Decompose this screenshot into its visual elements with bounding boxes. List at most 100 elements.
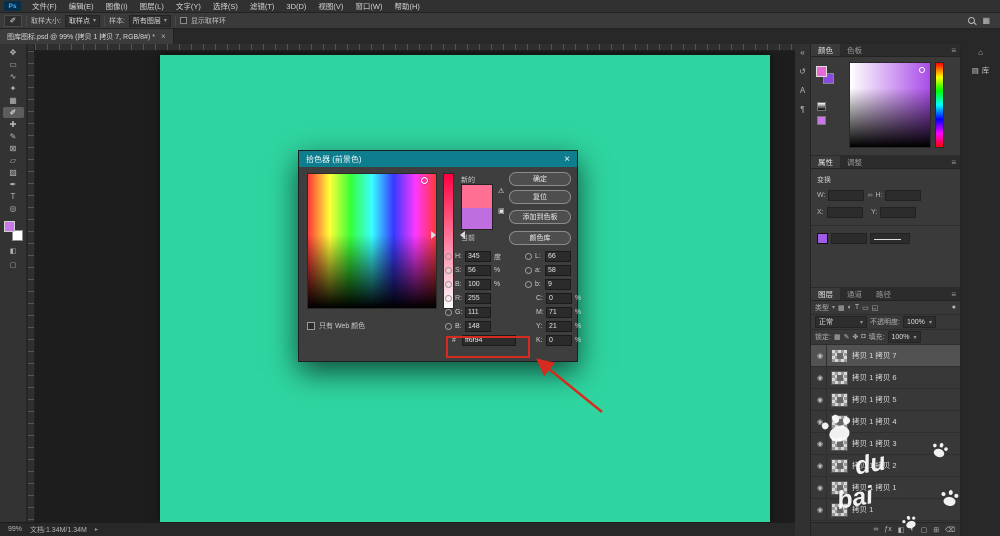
- gradient-ramp-icon[interactable]: [817, 102, 826, 111]
- layer-row[interactable]: ◉ 拷贝 1 拷贝 5: [811, 389, 960, 411]
- adjustment-layer-icon[interactable]: ◐: [910, 526, 914, 533]
- move-tool[interactable]: ✥: [3, 47, 24, 58]
- lock-all-icon[interactable]: ◘: [861, 333, 865, 341]
- value-field[interactable]: 71: [546, 307, 572, 318]
- type-filter-icon[interactable]: T: [855, 304, 859, 312]
- gamut-warning-icon[interactable]: ⚠: [498, 187, 504, 195]
- pen-tool[interactable]: ✒: [3, 179, 24, 190]
- sample-size-dropdown[interactable]: 取样点 ▾: [65, 15, 100, 27]
- type-tool[interactable]: T: [3, 191, 24, 202]
- layer-row[interactable]: ◉ 拷贝 1 拷贝 6: [811, 367, 960, 389]
- value-field[interactable]: 9: [545, 279, 571, 290]
- lock-transparency-icon[interactable]: ▦: [834, 333, 841, 341]
- layer-row[interactable]: ◉ 拷贝 1 拷贝 7: [811, 345, 960, 367]
- zoom-level[interactable]: 99%: [8, 526, 22, 533]
- panel-tab[interactable]: 通道: [840, 288, 869, 300]
- add-mask-icon[interactable]: ◧: [898, 526, 905, 534]
- hue-slider[interactable]: [935, 62, 944, 148]
- show-sample-ring-checkbox[interactable]: [180, 17, 187, 24]
- menu-item[interactable]: 选择(S): [207, 0, 244, 13]
- zoom-tool[interactable]: ◎: [3, 203, 24, 214]
- panel-tab[interactable]: 路径: [869, 288, 898, 300]
- blend-mode-dropdown[interactable]: 正常 ▾: [815, 316, 867, 328]
- chevron-down-icon[interactable]: ▾: [832, 304, 835, 311]
- panel-menu-icon[interactable]: ≡: [951, 288, 960, 300]
- y-field[interactable]: [880, 207, 916, 218]
- layer-row[interactable]: ◉ 拷贝 1: [811, 499, 960, 521]
- lock-position-icon[interactable]: ✥: [852, 333, 858, 341]
- stroke-style-dropdown[interactable]: [870, 233, 910, 244]
- menu-item[interactable]: 图层(L): [134, 0, 170, 13]
- color-mode-radio[interactable]: [445, 267, 452, 274]
- value-field[interactable]: 345: [465, 251, 491, 262]
- menu-item[interactable]: 滤镜(T): [244, 0, 281, 13]
- web-only-checkbox[interactable]: [307, 322, 315, 330]
- layer-thumbnail[interactable]: [831, 481, 848, 495]
- marquee-tool[interactable]: ▭: [3, 59, 24, 70]
- layer-thumbnail[interactable]: [831, 503, 848, 517]
- close-icon[interactable]: ×: [161, 32, 166, 41]
- delete-layer-icon[interactable]: ⌫: [945, 526, 955, 534]
- stroke-color-swatch[interactable]: [817, 233, 828, 244]
- smart-filter-icon[interactable]: ◱: [872, 304, 879, 312]
- x-field[interactable]: [827, 207, 863, 218]
- brush-tool[interactable]: ✎: [3, 131, 24, 142]
- active-tool-icon[interactable]: ✐: [4, 15, 22, 27]
- value-field[interactable]: 148: [465, 321, 491, 332]
- status-caret-icon[interactable]: ▸: [95, 526, 98, 533]
- web-safe-cube-icon[interactable]: ▣: [498, 207, 505, 215]
- color-mode-radio[interactable]: [445, 309, 452, 316]
- gradient-tool[interactable]: ▨: [3, 167, 24, 178]
- panel-tab[interactable]: 颜色: [811, 44, 840, 56]
- panel-menu-icon[interactable]: ≡: [951, 156, 960, 168]
- panel-tab[interactable]: 色板: [840, 44, 869, 56]
- home-icon[interactable]: ⌂: [978, 48, 983, 57]
- quick-mask-icon[interactable]: ◧: [3, 245, 24, 256]
- visibility-eye-icon[interactable]: ◉: [814, 411, 827, 432]
- clone-stamp-tool[interactable]: ⊠: [3, 143, 24, 154]
- document-tab[interactable]: 图库图标.psd @ 99% (拷贝 1 拷贝 7, RGB/8#) * ×: [0, 29, 174, 44]
- lock-paint-icon[interactable]: ✎: [844, 333, 850, 341]
- layer-thumbnail[interactable]: [831, 371, 848, 385]
- swatch-icon[interactable]: [817, 116, 826, 125]
- collapse-panels-icon[interactable]: «: [800, 48, 804, 57]
- visibility-eye-icon[interactable]: ◉: [814, 367, 827, 388]
- height-field[interactable]: [885, 190, 921, 201]
- link-dimensions-icon[interactable]: ∞: [867, 192, 872, 199]
- panel-tab[interactable]: 调整: [840, 156, 869, 168]
- color-libraries-button[interactable]: 颜色库: [509, 231, 571, 245]
- value-field[interactable]: 255: [465, 293, 491, 304]
- menu-item[interactable]: 编辑(E): [63, 0, 100, 13]
- foreground-color-chip[interactable]: [816, 66, 827, 77]
- color-mode-radio[interactable]: [445, 253, 452, 260]
- value-field[interactable]: 21: [546, 321, 572, 332]
- close-icon[interactable]: ×: [564, 154, 570, 165]
- layer-style-icon[interactable]: ƒx: [884, 526, 891, 533]
- fill-field[interactable]: 100% ▾: [888, 331, 921, 343]
- current-color-swatch[interactable]: [462, 208, 492, 229]
- layer-row[interactable]: ◉ 拷贝 1 拷贝 4: [811, 411, 960, 433]
- value-field[interactable]: 58: [545, 265, 571, 276]
- lasso-tool[interactable]: ∿: [3, 71, 24, 82]
- layer-thumbnail[interactable]: [831, 393, 848, 407]
- dialog-title-bar[interactable]: 拾色器 (前景色) ×: [299, 151, 577, 167]
- link-layers-icon[interactable]: ∞: [873, 526, 878, 533]
- color-mode-radio[interactable]: [525, 267, 532, 274]
- opacity-field[interactable]: 100% ▾: [903, 316, 936, 328]
- visibility-eye-icon[interactable]: ◉: [814, 345, 827, 366]
- pixel-filter-icon[interactable]: ▦: [838, 304, 845, 312]
- menu-item[interactable]: 视图(V): [312, 0, 349, 13]
- layer-thumbnail[interactable]: [831, 415, 848, 429]
- new-layer-icon[interactable]: ⊞: [933, 526, 939, 534]
- healing-brush-tool[interactable]: ✚: [3, 119, 24, 130]
- filter-toggle-icon[interactable]: ●: [952, 304, 956, 311]
- visibility-eye-icon[interactable]: ◉: [814, 455, 827, 476]
- add-to-swatches-button[interactable]: 添加到色板: [509, 210, 571, 224]
- slider-arrow-left-icon[interactable]: [431, 231, 440, 239]
- panel-tab[interactable]: 图层: [811, 288, 840, 300]
- layer-row[interactable]: ◉ 拷贝 1 拷贝 3: [811, 433, 960, 455]
- eyedropper-tool[interactable]: ✐: [3, 107, 24, 118]
- paragraph-panel-icon[interactable]: ¶: [800, 105, 804, 114]
- foreground-color-swatch[interactable]: [4, 221, 15, 232]
- layer-row[interactable]: ◉ 拷贝 1 拷贝 2: [811, 455, 960, 477]
